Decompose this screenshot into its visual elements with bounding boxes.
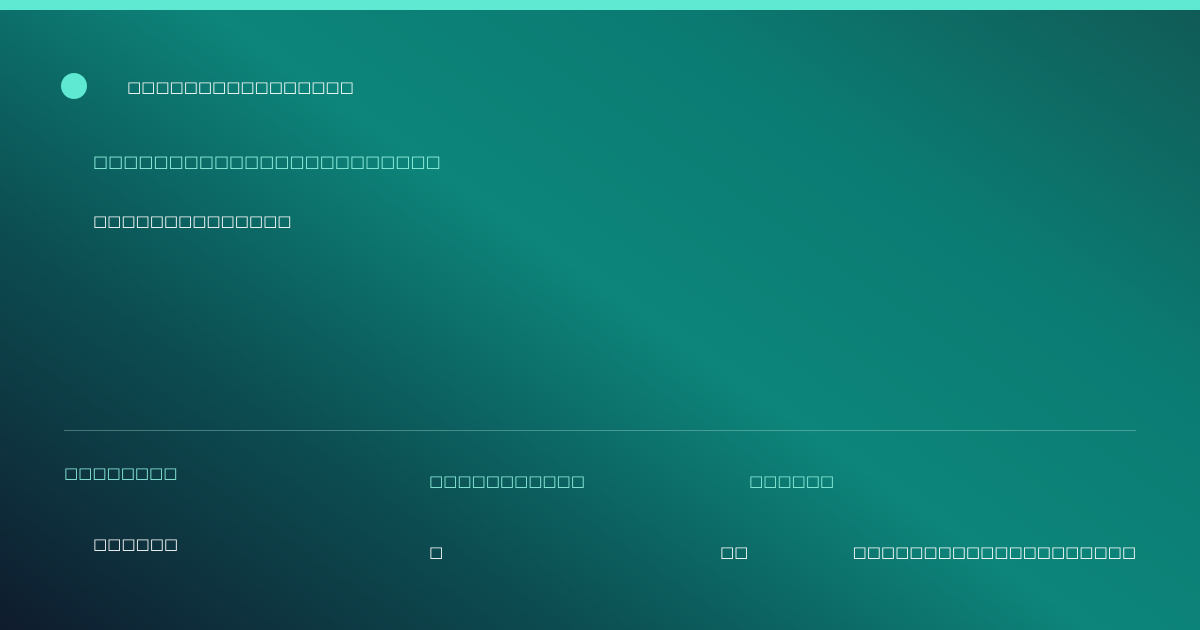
stat-2-label: □□□□□□□□□□□ xyxy=(429,472,585,490)
stat-1-label: □□□□□□□□ xyxy=(64,464,178,482)
brand-name: □□□□□□□□□□□□□□□□ xyxy=(127,78,354,96)
stat-3-label: □□□□□□ xyxy=(749,472,835,490)
stat-1-value: □□□□□□ xyxy=(93,535,179,553)
top-accent-bar xyxy=(0,0,1200,10)
brand-logo-dot xyxy=(61,73,87,99)
headline: □□□□□□□□□□□□□□□□□□□□□□□ xyxy=(93,152,441,171)
stat-2-value: □ xyxy=(429,543,444,561)
page: { "brand": { "name": "□□□□□□□□□□□□□□□□" … xyxy=(0,0,1200,630)
stat-3-value: □□ xyxy=(720,543,749,561)
divider xyxy=(64,430,1136,431)
subline: □□□□□□□□□□□□□□ xyxy=(93,212,292,230)
stat-4-value: □□□□□□□□□□□□□□□□□□□□ xyxy=(852,543,1136,561)
